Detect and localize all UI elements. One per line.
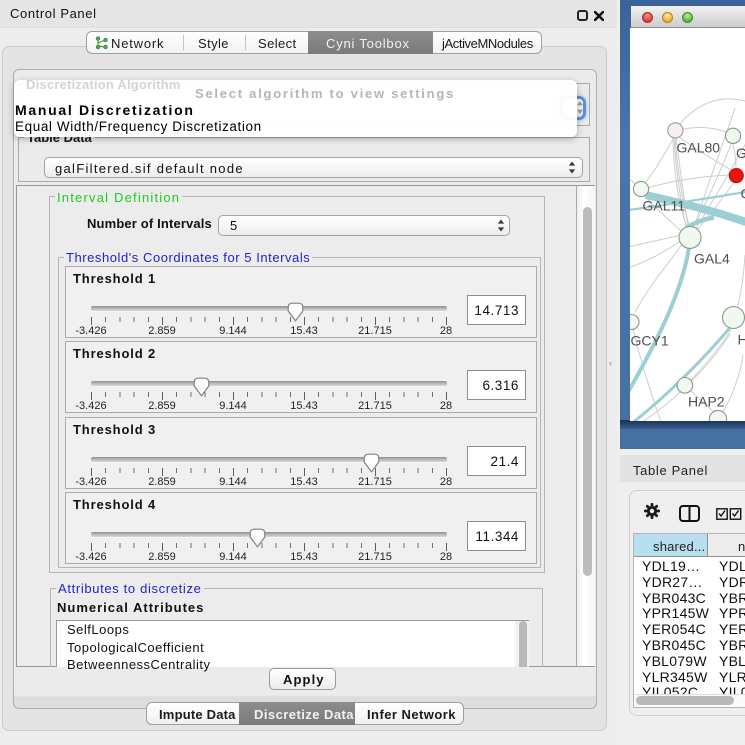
- svg-text:C: C: [741, 186, 745, 202]
- svg-text:H: H: [738, 332, 745, 348]
- svg-text:GAL11: GAL11: [643, 198, 686, 214]
- svg-text:GCY1: GCY1: [631, 333, 669, 349]
- svg-text:GAL80: GAL80: [677, 140, 721, 156]
- svg-text:GAL4: GAL4: [694, 251, 730, 267]
- svg-text:HAP2: HAP2: [688, 394, 725, 410]
- svg-text:GA: GA: [736, 145, 745, 161]
